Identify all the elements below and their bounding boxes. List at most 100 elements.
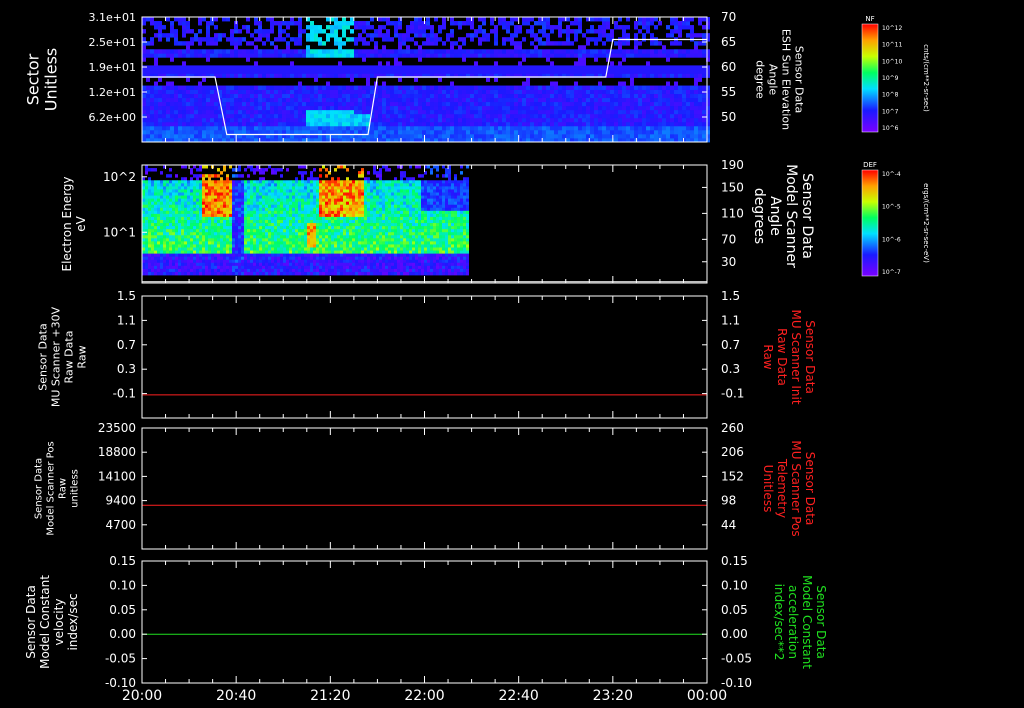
npi-heatmap-cell — [182, 93, 186, 99]
npi-heatmap-cell — [334, 117, 338, 123]
els-heatmap-cell — [331, 198, 334, 203]
els-heatmap-cell — [295, 210, 298, 215]
els-heatmap-cell — [286, 207, 289, 212]
npi-heatmap-cell — [166, 65, 170, 70]
npi-heatmap-cell — [506, 49, 510, 54]
els-heatmap-cell — [454, 192, 457, 196]
npi-heatmap-cell — [382, 121, 386, 127]
els-heatmap-cell — [283, 198, 286, 203]
npi-heatmap-cell — [554, 41, 558, 46]
npi-heatmap-cell — [294, 41, 298, 46]
els-heatmap-cell — [169, 189, 172, 193]
npi-heatmap-cell — [602, 133, 606, 139]
els-heatmap-cell — [181, 207, 184, 212]
npi-heatmap-cell — [286, 125, 290, 131]
els-heatmap-cell — [331, 183, 334, 187]
npi-heatmap-cell — [634, 121, 638, 127]
els-heatmap-cell — [151, 183, 154, 187]
npi-heatmap-cell — [254, 125, 258, 131]
npi-heatmap-cell — [654, 121, 658, 127]
els-heatmap-cell — [256, 180, 259, 184]
npi-heatmap-cell — [246, 69, 250, 74]
npi-heatmap-cell — [534, 49, 538, 54]
npi-heatmap-cell — [386, 93, 390, 99]
npi-heatmap-cell — [554, 133, 558, 139]
npi-heatmap-cell — [502, 105, 506, 111]
els-heatmap-cell — [313, 213, 316, 218]
npi-heatmap-cell — [310, 25, 314, 30]
npi-heatmap-cell — [598, 81, 602, 86]
npi-heatmap-cell — [170, 65, 174, 70]
npi-heatmap-cell — [418, 113, 422, 119]
npi-heatmap-cell — [590, 17, 594, 22]
npi-heatmap-cell — [518, 129, 522, 135]
npi-heatmap-cell — [478, 109, 482, 115]
els-heatmap-cell — [265, 168, 268, 172]
els-heatmap-cell — [355, 189, 358, 193]
npi-heatmap-cell — [522, 93, 526, 99]
npi-heatmap-cell — [494, 109, 498, 115]
npi-heatmap-cell — [566, 53, 570, 58]
npi-heatmap-cell — [142, 121, 146, 127]
npi-heatmap-cell — [382, 85, 386, 90]
els-heatmap-cell — [382, 165, 385, 169]
npi-heatmap-cell — [526, 21, 530, 26]
npi-heatmap-cell — [162, 105, 166, 111]
npi-heatmap-cell — [238, 105, 242, 111]
els-heatmap-cell — [199, 174, 202, 178]
els-heatmap-cell — [388, 186, 391, 190]
npi-heatmap-cell — [606, 125, 610, 131]
npi-heatmap-cell — [626, 17, 630, 22]
npi-heatmap-cell — [346, 117, 350, 123]
els-heatmap-cell — [436, 180, 439, 184]
npi-heatmap-cell — [378, 65, 382, 70]
els-heatmap-cell — [319, 195, 322, 200]
els-heatmap-cell — [262, 198, 265, 203]
els-heatmap-cell — [406, 201, 409, 206]
npi-heatmap-cell — [658, 125, 662, 131]
els-heatmap-cell — [451, 204, 454, 209]
els-heatmap-cell — [172, 207, 175, 212]
npi-heatmap-cell — [274, 49, 278, 54]
npi-heatmap-cell — [534, 21, 538, 26]
npi-heatmap-cell — [466, 33, 470, 38]
npi-heatmap-cell — [194, 65, 198, 70]
npi-heatmap-cell — [622, 33, 626, 38]
npi-heatmap-cell — [534, 93, 538, 99]
els-heatmap-cell — [151, 186, 154, 190]
npi-heatmap-cell — [482, 101, 486, 107]
npi-heatmap-cell — [570, 97, 574, 103]
els-heatmap-cell — [451, 213, 454, 218]
npi-heatmap-cell — [570, 129, 574, 135]
npi-heatmap-cell — [450, 49, 454, 54]
npi-heatmap-cell — [630, 49, 634, 54]
els-heatmap-cell — [424, 192, 427, 196]
npi-heatmap-cell — [270, 73, 274, 78]
npi-heatmap-cell — [206, 37, 210, 42]
els-heatmap-cell — [199, 216, 202, 221]
els-heatmap-cell — [199, 192, 202, 196]
npi-heatmap-cell — [494, 25, 498, 30]
els-heatmap-cell — [238, 180, 241, 184]
npi-heatmap-cell — [198, 133, 202, 139]
npi-heatmap-cell — [514, 105, 518, 111]
els-heatmap-cell — [169, 207, 172, 212]
els-heatmap-cell — [223, 220, 226, 224]
npi-heatmap-cell — [410, 65, 414, 70]
els-heatmap-cell — [193, 207, 196, 212]
npi-heatmap-cell — [214, 41, 218, 46]
npi-heatmap-cell — [574, 21, 578, 26]
npi-heatmap-cell — [394, 101, 398, 107]
npi-heatmap-cell — [266, 69, 270, 74]
npi-heatmap-cell — [470, 85, 474, 90]
npi-heatmap-cell — [430, 85, 434, 90]
npi-heatmap-cell — [618, 89, 622, 95]
npi-heatmap-cell — [482, 29, 486, 34]
npi-heatmap-cell — [646, 89, 650, 95]
els-heatmap-cell — [178, 220, 181, 224]
els-heatmap-cell — [373, 210, 376, 215]
npi-heatmap-cell — [430, 49, 434, 54]
els-heatmap-cell — [157, 213, 160, 218]
els-heatmap-cell — [169, 174, 172, 178]
npi-heatmap-cell — [294, 37, 298, 42]
